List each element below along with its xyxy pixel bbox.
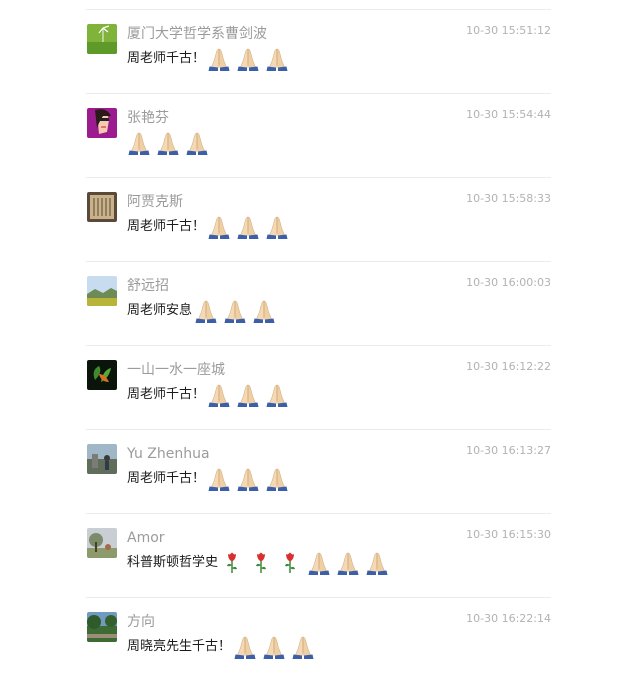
pray-icon <box>236 215 260 239</box>
pray-icon <box>194 299 218 323</box>
pray-icon <box>252 299 276 323</box>
comment-timestamp: 10-30 16:22:14 <box>466 612 551 625</box>
rose-icon <box>249 551 273 575</box>
avatar-calligraphy[interactable] <box>87 192 117 222</box>
comment-text: 周老师千古！ <box>127 51 206 66</box>
commenter-name[interactable]: 阿贾克斯 <box>127 192 183 212</box>
comment-body: 周老师安息 <box>127 299 281 323</box>
pray-icon <box>265 215 289 239</box>
rose-icon <box>220 551 244 575</box>
rose-icon <box>278 551 302 575</box>
pray-icon <box>207 47 231 71</box>
pray-icon <box>207 467 231 491</box>
pray-icon <box>307 551 331 575</box>
pray-icon <box>265 467 289 491</box>
pray-icon <box>236 383 260 407</box>
comment-item: Amor 10-30 16:15:30 科普斯顿哲学史 <box>87 528 551 592</box>
comment-timestamp: 10-30 15:58:33 <box>466 192 551 205</box>
comment-item: 阿贾克斯 10-30 15:58:33 周老师千古！ <box>87 192 551 256</box>
pray-icon <box>156 131 180 155</box>
pray-icon <box>236 47 260 71</box>
avatar-green-field[interactable] <box>87 24 117 54</box>
commenter-name[interactable]: 张艳芬 <box>127 108 169 128</box>
pray-icon <box>207 383 231 407</box>
pray-icon <box>236 467 260 491</box>
pray-icon <box>265 47 289 71</box>
comment-timestamp: 10-30 16:15:30 <box>466 528 551 541</box>
comment-text: 科普斯顿哲学史 <box>127 555 219 570</box>
commenter-name[interactable]: 一山一水一座城 <box>127 360 225 380</box>
pray-icon <box>336 551 360 575</box>
pray-icon <box>291 635 315 659</box>
comment-timestamp: 10-30 16:13:27 <box>466 444 551 457</box>
comment-divider <box>86 513 551 514</box>
pray-icon <box>207 215 231 239</box>
comment-timestamp: 10-30 16:00:03 <box>466 276 551 289</box>
comment-body: 科普斯顿哲学史 <box>127 551 394 575</box>
comment-item: 方向 10-30 16:22:14 周晓亮先生千古！ <box>87 612 551 676</box>
comment-body: 周老师千古！ <box>127 467 294 491</box>
pray-icon <box>223 299 247 323</box>
comment-item: 一山一水一座城 10-30 16:12:22 周老师千古！ <box>87 360 551 424</box>
comment-text: 周老师安息 <box>127 303 193 318</box>
comment-divider <box>86 597 551 598</box>
pray-icon <box>265 383 289 407</box>
pray-icon <box>127 131 151 155</box>
comment-item: 舒远招 10-30 16:00:03 周老师安息 <box>87 276 551 340</box>
commenter-name[interactable]: Amor <box>127 528 165 548</box>
comment-text: 周老师千古！ <box>127 387 206 402</box>
pray-icon <box>185 131 209 155</box>
pray-icon <box>365 551 389 575</box>
avatar-tree[interactable] <box>87 528 117 558</box>
avatar-outdoor[interactable] <box>87 444 117 474</box>
comment-text: 周老师千古！ <box>127 471 206 486</box>
comment-divider <box>86 177 551 178</box>
pray-icon <box>262 635 286 659</box>
comment-divider <box>86 9 551 10</box>
comment-body: 周老师千古！ <box>127 47 294 71</box>
commenter-name[interactable]: 厦门大学哲学系曹剑波 <box>127 24 267 44</box>
comment-body: 周老师千古！ <box>127 383 294 407</box>
comment-item: 张艳芬 10-30 15:54:44 <box>87 108 551 172</box>
comment-divider <box>86 261 551 262</box>
comment-body <box>127 131 214 155</box>
comment-item: 厦门大学哲学系曹剑波 10-30 15:51:12 周老师千古！ <box>87 24 551 88</box>
comment-text: 周老师千古！ <box>127 219 206 234</box>
avatar-leaves[interactable] <box>87 360 117 390</box>
pray-icon <box>233 635 257 659</box>
avatar-garden[interactable] <box>87 612 117 642</box>
comment-divider <box>86 93 551 94</box>
comment-timestamp: 10-30 15:51:12 <box>466 24 551 37</box>
comment-divider <box>86 345 551 346</box>
comment-body: 周老师千古！ <box>127 215 294 239</box>
comment-text: 周晓亮先生千古！ <box>127 639 232 654</box>
comment-timestamp: 10-30 15:54:44 <box>466 108 551 121</box>
comment-timestamp: 10-30 16:12:22 <box>466 360 551 373</box>
comment-body: 周晓亮先生千古！ <box>127 635 320 659</box>
commenter-name[interactable]: Yu Zhenhua <box>127 444 210 464</box>
commenter-name[interactable]: 方向 <box>127 612 155 632</box>
comment-item: Yu Zhenhua 10-30 16:13:27 周老师千古！ <box>87 444 551 508</box>
comment-divider <box>86 429 551 430</box>
avatar-cartoon-face[interactable] <box>87 108 117 138</box>
commenter-name[interactable]: 舒远招 <box>127 276 169 296</box>
avatar-landscape[interactable] <box>87 276 117 306</box>
